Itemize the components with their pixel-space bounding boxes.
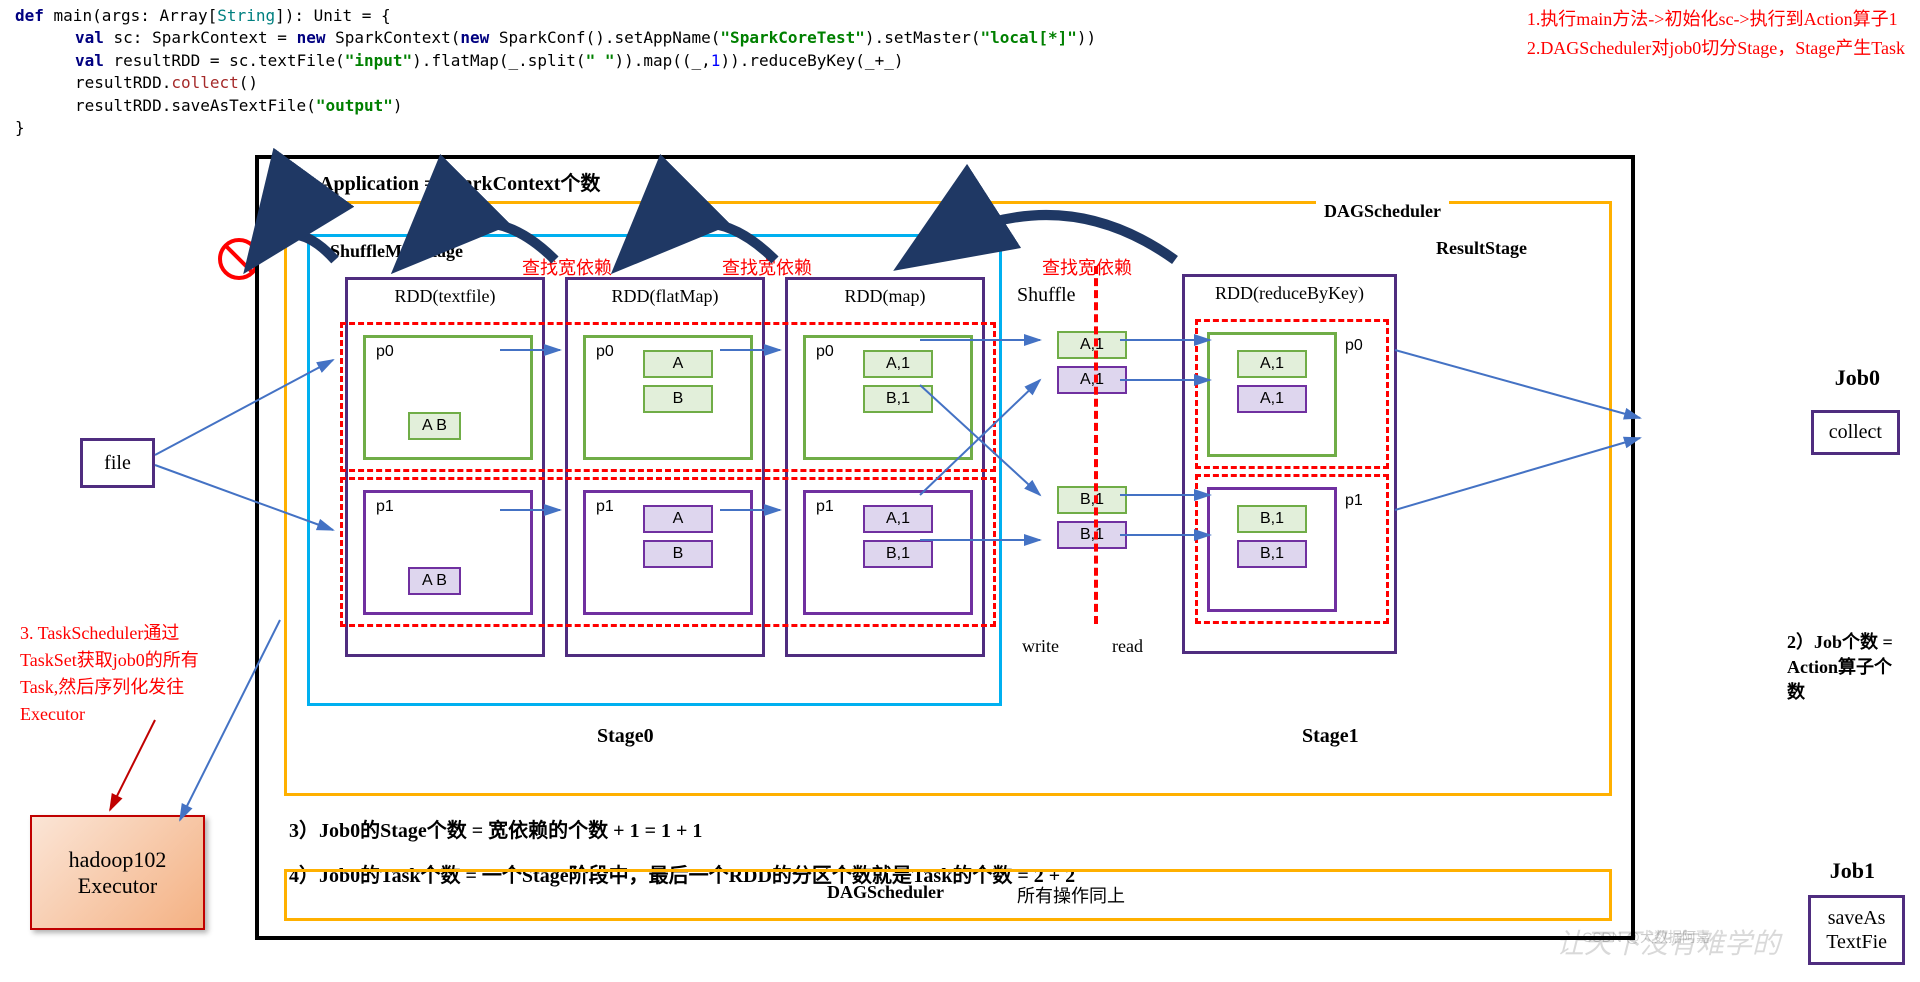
execution-notes: 1.执行main方法->初始化sc->执行到Action算子1 2.DAGSch… — [1527, 5, 1905, 63]
stage0-label: Stage0 — [597, 725, 654, 748]
source-code: def main(args: Array[String]): Unit = { … — [15, 5, 1096, 139]
rdd-reduce-title: RDD(reduceByKey) — [1185, 277, 1394, 310]
wide-dep-label-3: 查找宽依赖 — [1042, 254, 1132, 280]
job1-title: Job1 — [1830, 858, 1875, 884]
stage1-label: Stage1 — [1302, 725, 1359, 748]
rdd-map-title: RDD(map) — [788, 280, 982, 313]
dag2-title: DAGScheduler — [827, 882, 944, 903]
stage-count-note: 3）Job0的Stage个数 = 宽依赖的个数 + 1 = 1 + 1 — [289, 814, 702, 843]
rdd-flatmap-title: RDD(flatMap) — [568, 280, 762, 313]
no-entry-icon — [218, 238, 260, 280]
save-box: saveAs TextFie — [1808, 895, 1905, 965]
dag-title: DAGScheduler — [1316, 201, 1449, 222]
rdd-reducebykey: RDD(reduceByKey) A,1 A,1 p0 B,1 B,1 p1 — [1182, 274, 1397, 654]
watermark-text: 让天下没有难学的 — [1556, 922, 1780, 962]
dag-scheduler-box-2: DAGScheduler 所有操作同上 — [284, 869, 1612, 921]
app-title: 1）Application = SparkContext个数 — [289, 167, 600, 196]
partition-p0: A,1 A,1 — [1207, 332, 1337, 457]
shuffle-stage-title: ShuffleMapStage — [330, 241, 463, 262]
read-label: read — [1112, 636, 1143, 657]
result-stage-title: ResultStage — [1436, 238, 1527, 259]
task-scheduler-note: 3. TaskScheduler通过TaskSet获取job0的所有Task,然… — [20, 620, 230, 728]
dag-scheduler-box: DAGScheduler 查找宽依赖 查找宽依赖 查找宽依赖 ResultSta… — [284, 201, 1612, 796]
shuffle-map-stage: ShuffleMapStage RDD(textfile) p0 A B p1 … — [307, 234, 1002, 706]
partition-p1: B,1 B,1 — [1207, 487, 1337, 612]
shuffle-boundary — [1094, 266, 1098, 624]
job0-title: Job0 — [1835, 365, 1880, 391]
executor-box: hadoop102 Executor — [30, 815, 205, 930]
job-count-note: 2）Job个数 = Action算子个数 — [1787, 630, 1902, 706]
task-group-p0 — [340, 322, 996, 472]
shuffle-write-p0: A,1 A,1 — [1042, 329, 1142, 454]
task-group-p1 — [340, 477, 996, 627]
collect-box: collect — [1811, 410, 1900, 455]
rdd-textfile-title: RDD(textfile) — [348, 280, 542, 313]
shuffle-write-p1: B,1 B,1 — [1042, 484, 1142, 609]
all-same-label: 所有操作同上 — [1017, 882, 1125, 908]
write-label: write — [1022, 636, 1059, 657]
file-box: file — [80, 438, 155, 488]
shuffle-label: Shuffle — [1017, 284, 1076, 307]
application-container: 1）Application = SparkContext个数 DAGSchedu… — [255, 155, 1635, 940]
